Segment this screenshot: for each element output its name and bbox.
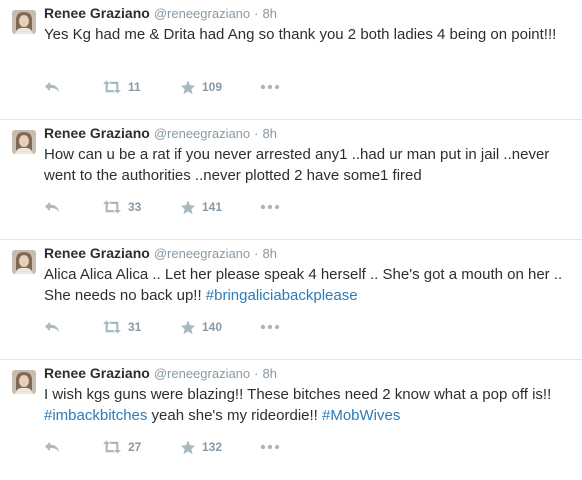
tweet-item[interactable]: Renee Graziano @reneegraziano · 8h Alica Al… xyxy=(0,240,582,360)
tweet-header: Renee Graziano @reneegraziano · 8h xyxy=(44,244,277,263)
reply-icon xyxy=(44,200,60,214)
favorite-count: 132 xyxy=(202,440,223,454)
avatar[interactable] xyxy=(12,10,36,34)
reply-icon xyxy=(44,320,60,334)
tweet-text: Alica Alica Alica .. Let her please spea… xyxy=(44,264,564,306)
tweet-timestamp[interactable]: 8h xyxy=(263,366,277,381)
reply-button[interactable] xyxy=(44,317,102,337)
more-button[interactable] xyxy=(260,197,290,217)
favorite-count: 141 xyxy=(202,200,223,214)
more-icon xyxy=(260,444,280,450)
author-name[interactable]: Renee Graziano xyxy=(44,5,150,21)
tweet-header: Renee Graziano @reneegraziano · 8h xyxy=(44,4,277,23)
tweet-timestamp[interactable]: 8h xyxy=(263,6,277,21)
retweet-button[interactable]: 27 xyxy=(102,437,180,457)
tweet-actions: 27 132 xyxy=(44,437,290,457)
tweet-timeline: Renee Graziano @reneegraziano · 8h Yes Kg h… xyxy=(0,0,582,480)
tweet-item[interactable]: Renee Graziano @reneegraziano · 8h I wish k… xyxy=(0,360,582,480)
more-button[interactable] xyxy=(260,317,290,337)
retweet-button[interactable]: 31 xyxy=(102,317,180,337)
favorite-count: 109 xyxy=(202,80,223,94)
tweet-text-segment: How can u be a rat if you never arrested… xyxy=(44,146,550,184)
avatar[interactable] xyxy=(12,130,36,154)
author-handle[interactable]: @reneegraziano xyxy=(154,126,250,141)
tweet-text: How can u be a rat if you never arrested… xyxy=(44,144,564,186)
star-icon xyxy=(180,80,196,95)
author-name[interactable]: Renee Graziano xyxy=(44,245,150,261)
tweet-actions: 31 140 xyxy=(44,317,290,337)
star-icon xyxy=(180,320,196,335)
retweet-count: 33 xyxy=(128,200,142,214)
author-name[interactable]: Renee Graziano xyxy=(44,125,150,141)
tweet-text-segment: Yes Kg had me & Drita had Ang so thank y… xyxy=(44,26,557,43)
tweet-actions: 33 141 xyxy=(44,197,290,217)
reply-button[interactable] xyxy=(44,437,102,457)
reply-button[interactable] xyxy=(44,197,102,217)
author-name[interactable]: Renee Graziano xyxy=(44,365,150,381)
retweet-count: 27 xyxy=(128,440,142,454)
favorite-button[interactable]: 140 xyxy=(180,317,260,337)
author-handle[interactable]: @reneegraziano xyxy=(154,246,250,261)
more-icon xyxy=(260,84,280,90)
separator-dot: · xyxy=(254,246,259,261)
star-icon xyxy=(180,200,196,215)
more-icon xyxy=(260,324,280,330)
favorite-button[interactable]: 132 xyxy=(180,437,260,457)
tweet-text-segment: yeah she's my rideordie!! xyxy=(147,407,322,424)
tweet-item[interactable]: Renee Graziano @reneegraziano · 8h How can … xyxy=(0,120,582,240)
tweet-text: Yes Kg had me & Drita had Ang so thank y… xyxy=(44,24,564,45)
more-icon xyxy=(260,204,280,210)
retweet-icon xyxy=(102,80,122,94)
tweet-text: I wish kgs guns were blazing!! These bit… xyxy=(44,384,564,426)
reply-button[interactable] xyxy=(44,77,102,97)
retweet-icon xyxy=(102,200,122,214)
more-button[interactable] xyxy=(260,77,290,97)
tweet-timestamp[interactable]: 8h xyxy=(263,246,277,261)
separator-dot: · xyxy=(254,366,259,381)
retweet-count: 31 xyxy=(128,320,142,334)
retweet-button[interactable]: 11 xyxy=(102,77,180,97)
reply-icon xyxy=(44,80,60,94)
retweet-icon xyxy=(102,440,122,454)
separator-dot: · xyxy=(254,6,259,21)
tweet-text-segment: I wish kgs guns were blazing!! These bit… xyxy=(44,386,552,403)
author-handle[interactable]: @reneegraziano xyxy=(154,366,250,381)
tweet-item[interactable]: Renee Graziano @reneegraziano · 8h Yes Kg h… xyxy=(0,0,582,120)
tweet-actions: 11 109 xyxy=(44,77,290,97)
retweet-icon xyxy=(102,320,122,334)
tweet-header: Renee Graziano @reneegraziano · 8h xyxy=(44,364,277,383)
star-icon xyxy=(180,440,196,455)
avatar[interactable] xyxy=(12,250,36,274)
author-handle[interactable]: @reneegraziano xyxy=(154,6,250,21)
separator-dot: · xyxy=(254,126,259,141)
favorite-count: 140 xyxy=(202,320,223,334)
hashtag-link[interactable]: #bringaliciabackplease xyxy=(206,287,358,304)
avatar[interactable] xyxy=(12,370,36,394)
tweet-header: Renee Graziano @reneegraziano · 8h xyxy=(44,124,277,143)
hashtag-link[interactable]: #imbackbitches xyxy=(44,407,147,424)
retweet-button[interactable]: 33 xyxy=(102,197,180,217)
favorite-button[interactable]: 109 xyxy=(180,77,260,97)
tweet-timestamp[interactable]: 8h xyxy=(263,126,277,141)
retweet-count: 11 xyxy=(128,80,141,94)
hashtag-link[interactable]: #MobWives xyxy=(322,407,400,424)
reply-icon xyxy=(44,440,60,454)
more-button[interactable] xyxy=(260,437,290,457)
favorite-button[interactable]: 141 xyxy=(180,197,260,217)
